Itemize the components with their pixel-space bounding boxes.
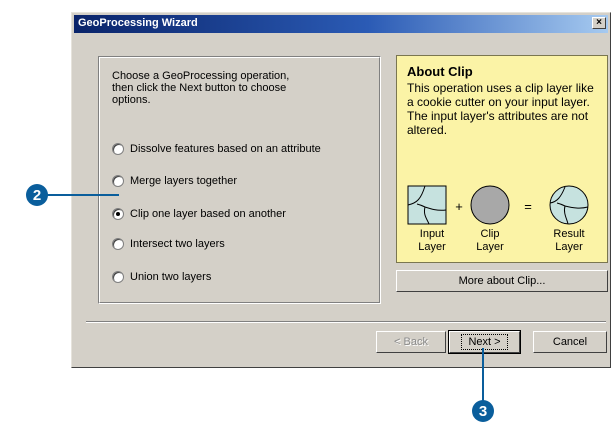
option-union[interactable]: Union two layers xyxy=(112,270,211,284)
more-about-clip-button[interactable]: More about Clip... xyxy=(396,270,608,292)
option-clip[interactable]: Clip one layer based on another xyxy=(112,207,286,221)
clip-layer-icon xyxy=(470,185,510,225)
input-layer-icon xyxy=(407,185,447,225)
cancel-label: Cancel xyxy=(552,336,588,348)
separator xyxy=(86,321,606,323)
operation-group: Choose a GeoProcessing operation, then c… xyxy=(98,56,381,304)
input-layer-label: Input Layer xyxy=(418,228,446,253)
radio-icon[interactable] xyxy=(112,208,124,220)
next-button[interactable]: Next > xyxy=(448,330,521,354)
option-dissolve[interactable]: Dissolve features based on an attribute xyxy=(112,142,321,156)
callout-2-number: 2 xyxy=(32,186,42,204)
result-layer-icon xyxy=(549,185,589,225)
radio-icon[interactable] xyxy=(112,143,124,155)
result-layer-label: Result Layer xyxy=(553,228,585,253)
next-label: Next > xyxy=(461,334,508,350)
title-bar[interactable]: GeoProcessing Wizard × xyxy=(74,15,608,33)
callout-3-number: 3 xyxy=(478,402,488,420)
back-button[interactable]: < Back xyxy=(376,331,446,353)
callout-2: 2 xyxy=(26,184,48,206)
window-title: GeoProcessing Wizard xyxy=(78,17,198,29)
radio-icon[interactable] xyxy=(112,238,124,250)
about-description: This operation uses a clip layer like a … xyxy=(407,81,594,137)
equals-sign: = xyxy=(524,199,532,214)
plus-sign: + xyxy=(455,199,463,214)
option-label: Intersect two layers xyxy=(130,238,225,250)
callout-3: 3 xyxy=(472,400,494,422)
cancel-button[interactable]: Cancel xyxy=(533,331,607,353)
layer-labels: Input Layer Clip Layer Result Layer xyxy=(397,228,609,258)
clip-layer-label: Clip Layer xyxy=(476,228,504,253)
about-panel: About Clip This operation uses a clip la… xyxy=(396,55,608,263)
about-title: About Clip xyxy=(407,64,473,79)
close-button[interactable]: × xyxy=(592,17,606,29)
geoprocessing-wizard-dialog: GeoProcessing Wizard × Choose a GeoProce… xyxy=(71,12,611,368)
option-label: Union two layers xyxy=(130,271,212,283)
callout-3-leader xyxy=(482,348,484,406)
more-about-clip-label: More about Clip... xyxy=(458,275,546,287)
radio-icon[interactable] xyxy=(112,175,124,187)
instructions-text: Choose a GeoProcessing operation, then c… xyxy=(112,70,290,106)
page: GeoProcessing Wizard × Choose a GeoProce… xyxy=(0,0,611,426)
clip-diagram: + = xyxy=(407,185,589,225)
close-icon: × xyxy=(596,17,602,28)
option-label: Dissolve features based on an attribute xyxy=(130,143,321,155)
back-label: < Back xyxy=(394,336,428,348)
option-intersect[interactable]: Intersect two layers xyxy=(112,237,225,251)
option-label: Merge layers together xyxy=(130,175,237,187)
option-label: Clip one layer based on another xyxy=(130,208,286,220)
option-merge[interactable]: Merge layers together xyxy=(112,174,237,188)
radio-icon[interactable] xyxy=(112,271,124,283)
